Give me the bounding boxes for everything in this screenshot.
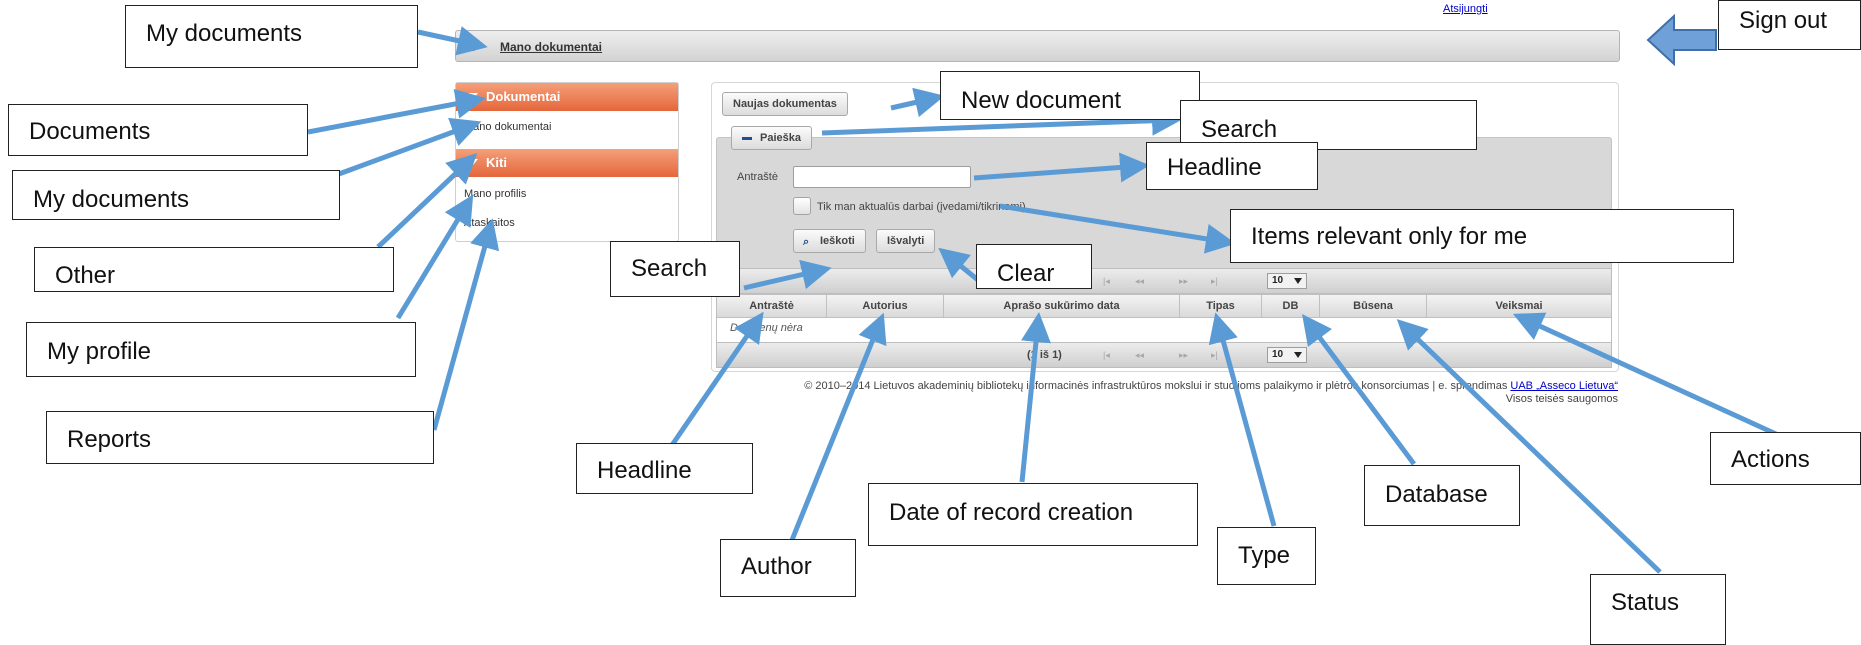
clear-button[interactable]: Išvalyti <box>876 229 936 253</box>
arrow-my-documents-side <box>327 117 482 181</box>
headline-label: Antraštė <box>737 171 778 183</box>
search-toggle-label: Paieška <box>760 132 801 144</box>
footer-copyright: © 2010–2014 Lietuvos akademinių bibliote… <box>804 380 1618 392</box>
signout-block-arrow-shape <box>1646 13 1717 67</box>
arrow-documents <box>307 89 486 135</box>
column-header-author[interactable]: Autorius <box>827 295 944 317</box>
callout-other: Other <box>34 247 394 292</box>
last-page-icon[interactable]: ▸| <box>1211 350 1218 361</box>
sidebar: Dokumentai Mano dokumentai Kiti Mano pro… <box>455 82 679 242</box>
callout-new-document: New document <box>940 71 1200 120</box>
footer-vendor-link[interactable]: UAB „Asseco Lietuva“ <box>1510 380 1618 392</box>
home-icon[interactable]: ⌂ <box>468 40 475 54</box>
callout-author-col: Author <box>720 539 856 597</box>
column-header-actions: Veiksmai <box>1495 300 1543 312</box>
search-button[interactable]: ⌕ Ieškoti <box>793 229 866 253</box>
minus-icon <box>742 137 752 140</box>
pager-top: |◂ ◂◂ ▸▸ ▸| 10 <box>716 268 1612 294</box>
next-page-icon[interactable]: ▸▸ <box>1179 350 1188 361</box>
callout-headline-field: Headline <box>1146 142 1318 190</box>
page-size-select[interactable]: 10 <box>1267 347 1307 363</box>
search-toggle-button[interactable]: Paieška <box>731 126 812 150</box>
sidebar-item-my-profile[interactable]: Mano profilis <box>464 188 526 200</box>
sidebar-section-title: Dokumentai <box>486 89 561 104</box>
page-info: (1 iš 1) <box>1027 349 1062 361</box>
callout-reports: Reports <box>46 411 434 464</box>
prev-page-icon[interactable]: ◂◂ <box>1135 276 1144 287</box>
column-header-date[interactable]: Aprašo sukūrimo data <box>944 295 1180 317</box>
arrow-reports <box>431 218 500 431</box>
callout-status-col: Status <box>1590 574 1726 645</box>
breadcrumb-current[interactable]: Mano dokumentai <box>500 40 602 54</box>
footer-rights: Visos teisės saugomos <box>1505 393 1618 405</box>
page-size-select[interactable]: 10 <box>1267 273 1307 289</box>
new-document-button[interactable]: Naujas dokumentas <box>722 92 848 116</box>
column-header-type[interactable]: Tipas <box>1180 295 1262 317</box>
column-header-headline[interactable]: Antraštė <box>717 295 827 317</box>
collapse-triangle-icon <box>468 159 478 165</box>
page-size-value: 10 <box>1272 349 1284 360</box>
pager-bottom: (1 iš 1) |◂ ◂◂ ▸▸ ▸| 10 <box>716 342 1612 368</box>
callout-relevant-items: Items relevant only for me <box>1230 209 1734 263</box>
callout-type-col: Type <box>1217 527 1316 585</box>
footer-copyright-text: © 2010–2014 Lietuvos akademinių bibliote… <box>804 380 1508 392</box>
headline-input[interactable] <box>793 166 971 188</box>
table-header: Antraštė Autorius Aprašo sukūrimo data T… <box>716 294 1612 318</box>
empty-table-message: Duomenų nėra <box>716 318 1612 342</box>
last-page-icon[interactable]: ▸| <box>1211 276 1218 287</box>
sidebar-item-reports[interactable]: Ataskaitos <box>464 217 515 229</box>
sign-out-link[interactable]: Atsijungti <box>1443 3 1488 15</box>
relevant-only-checkbox[interactable] <box>793 197 811 215</box>
column-header-status[interactable]: Būsena <box>1320 295 1427 317</box>
prev-page-icon[interactable]: ◂◂ <box>1135 350 1144 361</box>
callout-my-profile: My profile <box>26 322 416 377</box>
first-page-icon[interactable]: |◂ <box>1103 350 1110 361</box>
collapse-triangle-icon <box>468 93 478 99</box>
first-page-icon[interactable]: |◂ <box>1103 276 1110 287</box>
callout-my-documents-side: My documents <box>12 170 340 220</box>
callout-headline-col: Headline <box>576 443 753 494</box>
column-header-db[interactable]: DB <box>1262 295 1320 317</box>
dropdown-arrow-icon <box>1294 352 1302 358</box>
sidebar-section-other[interactable]: Kiti <box>456 149 678 177</box>
next-page-icon[interactable]: ▸▸ <box>1179 276 1188 287</box>
signout-block-arrow <box>1648 16 1718 28</box>
sidebar-section-title: Kiti <box>486 155 507 170</box>
relevant-only-label: Tik man aktualūs darbai (įvedami/tikrina… <box>817 201 1026 213</box>
magnifier-icon: ⌕ <box>803 236 810 248</box>
callout-my-documents-top: My documents <box>125 5 418 68</box>
sidebar-item-my-documents[interactable]: Mano dokumentai <box>464 121 551 133</box>
dropdown-arrow-icon <box>1294 278 1302 284</box>
callout-actions-col: Actions <box>1710 432 1861 485</box>
callout-search-button: Search <box>610 241 740 297</box>
callout-clear-button: Clear <box>976 244 1092 289</box>
search-button-label: Ieškoti <box>820 235 855 247</box>
callout-date-col: Date of record creation <box>868 483 1198 546</box>
page-size-value: 10 <box>1272 275 1284 286</box>
callout-database-col: Database <box>1364 465 1520 526</box>
sidebar-section-documents[interactable]: Dokumentai <box>456 83 678 111</box>
breadcrumb: ⌂ Mano dokumentai <box>455 30 1620 62</box>
callout-sign-out: Sign out <box>1718 0 1861 50</box>
callout-documents: Documents <box>8 104 308 156</box>
